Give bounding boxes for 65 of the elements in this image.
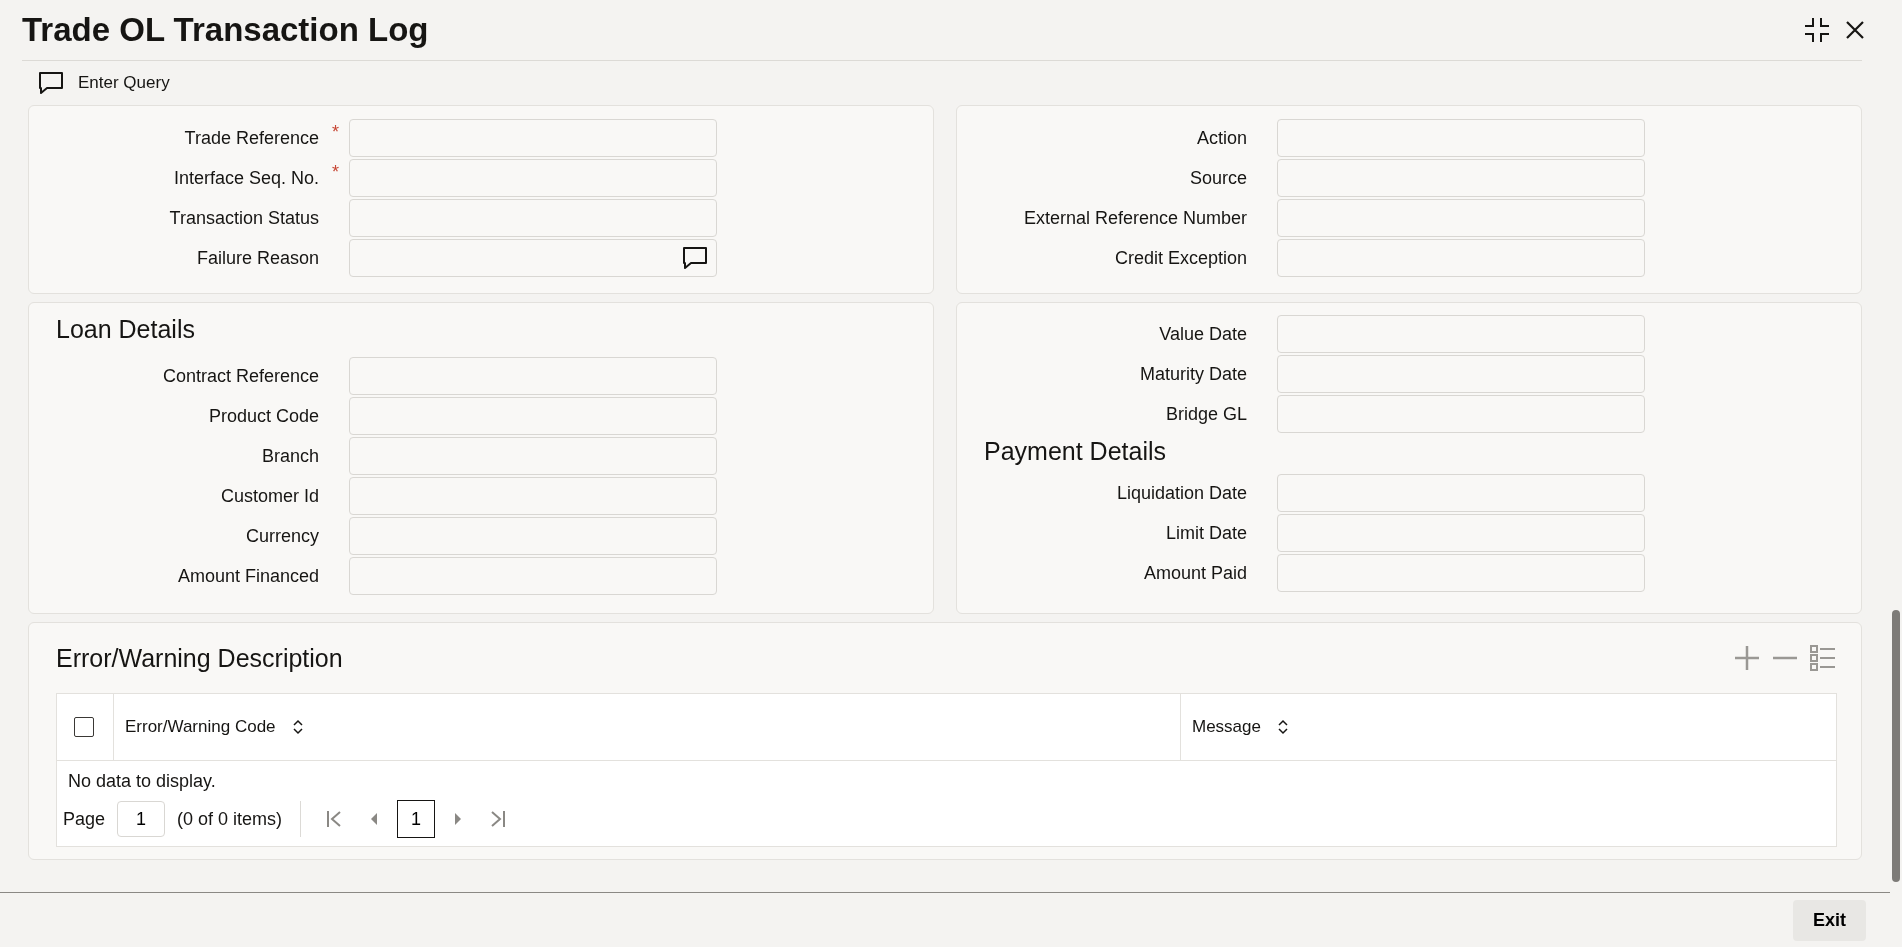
- input-field[interactable]: [1277, 514, 1645, 552]
- input-field[interactable]: [1277, 199, 1645, 237]
- field-label: Transaction Status: [169, 207, 319, 228]
- input-field[interactable]: [1277, 119, 1645, 157]
- field-label: Credit Exception: [1114, 247, 1247, 268]
- input-field[interactable]: [1277, 395, 1645, 433]
- section-heading: Error/Warning Description: [56, 643, 343, 673]
- input-field[interactable]: [349, 477, 717, 515]
- field-label: Value Date: [1159, 323, 1247, 344]
- field-label: Action: [1196, 127, 1247, 148]
- page-label: Page: [63, 808, 106, 830]
- required-mark: *: [332, 161, 339, 183]
- field-label: Product Code: [208, 405, 319, 426]
- close-icon[interactable]: [1844, 19, 1866, 41]
- field-label: Amount Paid: [1143, 562, 1247, 583]
- input-field[interactable]: [349, 159, 717, 197]
- field-label: Maturity Date: [1139, 363, 1247, 384]
- required-mark: *: [332, 121, 339, 143]
- field-label: Interface Seq. No.: [173, 167, 319, 188]
- input-field[interactable]: [1277, 315, 1645, 353]
- field-label: Source: [1189, 167, 1247, 188]
- field-label: Customer Id: [220, 485, 319, 506]
- section-heading: Loan Details: [55, 315, 196, 345]
- input-field[interactable]: [349, 437, 717, 475]
- field-label: Currency: [245, 525, 319, 546]
- input-field[interactable]: [349, 239, 717, 277]
- field-label: Trade Reference: [184, 127, 319, 148]
- input-field[interactable]: [1277, 474, 1645, 512]
- input-field[interactable]: [349, 517, 717, 555]
- input-field[interactable]: [349, 397, 717, 435]
- field-label: Amount Financed: [177, 565, 319, 586]
- exit-button[interactable]: Exit: [1793, 899, 1866, 941]
- page-number[interactable]: 1: [397, 800, 436, 838]
- field-label: External Reference Number: [1023, 207, 1247, 228]
- section-heading: Payment Details: [983, 436, 1168, 467]
- field-label: Bridge GL: [1165, 403, 1247, 424]
- add-icon[interactable]: [1733, 644, 1761, 672]
- column-header: Message: [1192, 717, 1261, 737]
- input-field[interactable]: [1277, 355, 1645, 393]
- input-field[interactable]: [349, 357, 717, 395]
- list-icon[interactable]: [1809, 644, 1837, 672]
- message-icon: [38, 71, 64, 95]
- field-label: Branch: [261, 445, 319, 466]
- select-all-checkbox[interactable]: [74, 717, 94, 737]
- input-field[interactable]: [349, 119, 717, 157]
- message-icon: [682, 246, 708, 270]
- enter-query-button[interactable]: Enter Query: [36, 69, 172, 97]
- sort-icon[interactable]: [1277, 719, 1289, 735]
- input-field[interactable]: [349, 199, 717, 237]
- item-count: (0 of 0 items): [177, 808, 283, 830]
- input-field[interactable]: [349, 557, 717, 595]
- field-label: Liquidation Date: [1116, 482, 1247, 503]
- page-field[interactable]: 1: [117, 801, 166, 837]
- collapse-icon[interactable]: [1804, 17, 1830, 43]
- field-label: Contract Reference: [162, 365, 319, 386]
- empty-message: No data to display.: [67, 770, 217, 793]
- input-field[interactable]: [1277, 239, 1645, 277]
- input-field[interactable]: [1277, 554, 1645, 592]
- sort-icon[interactable]: [291, 719, 304, 735]
- window-title: Trade OL Transaction Log: [22, 11, 429, 49]
- scrollbar-thumb[interactable]: [1892, 610, 1900, 882]
- input-field[interactable]: [1277, 159, 1645, 197]
- column-header: Error/Warning Code: [125, 717, 276, 737]
- field-label: Limit Date: [1165, 522, 1247, 543]
- field-label: Failure Reason: [196, 247, 319, 268]
